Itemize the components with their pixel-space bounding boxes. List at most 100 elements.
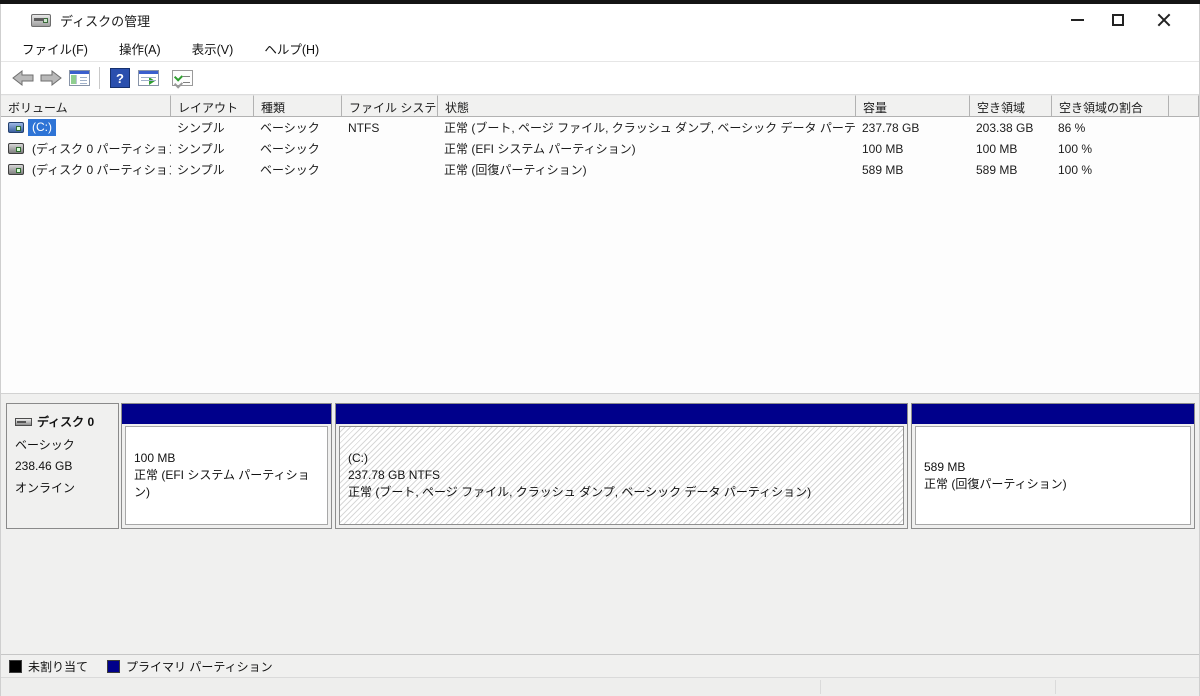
- volume-free-pct: 86 %: [1058, 120, 1086, 135]
- help-icon: ?: [110, 68, 130, 88]
- action-pane-button[interactable]: [134, 65, 162, 91]
- partition-color-bar: [336, 404, 907, 424]
- legend-label: プライマリ パーティション: [126, 659, 273, 674]
- volume-capacity: 237.78 GB: [862, 120, 920, 135]
- column-header-capacity[interactable]: 容量: [856, 95, 970, 117]
- properties-button[interactable]: [168, 65, 196, 91]
- toolbar-separator: [99, 67, 100, 89]
- volume-list: ボリューム レイアウト 種類 ファイル システム 状態 容量 空き領域 空き領域…: [1, 95, 1199, 393]
- volume-capacity: 100 MB: [862, 141, 904, 156]
- primary-partition-swatch: [107, 659, 121, 673]
- volume-icon: [8, 164, 24, 175]
- partition-status: 正常 (ブート, ページ ファイル, クラッシュ ダンプ, ベーシック データ …: [348, 485, 812, 499]
- column-header-filesystem[interactable]: ファイル システム: [342, 95, 438, 117]
- volume-layout: シンプル: [177, 142, 225, 156]
- legend-unallocated: 未割り当て: [9, 658, 88, 675]
- volume-free: 589 MB: [976, 162, 1018, 177]
- partition-color-bar: [122, 404, 331, 424]
- column-header-layout[interactable]: レイアウト: [171, 95, 254, 117]
- partition-efi[interactable]: 100 MB 正常 (EFI システム パーティション): [121, 403, 332, 529]
- back-icon: [12, 70, 34, 86]
- volume-list-header: ボリューム レイアウト 種類 ファイル システム 状態 容量 空き領域 空き領域…: [1, 95, 1199, 117]
- action-pane-icon: [137, 70, 159, 86]
- menu-file[interactable]: ファイル(F): [11, 35, 99, 63]
- legend-label: 未割り当て: [28, 659, 89, 674]
- graphical-view-pane: ディスク 0 ベーシック 238.46 GB オンライン 100 MB 正常 (…: [1, 393, 1199, 696]
- volume-name: (ディスク 0 パーティション 1): [32, 141, 171, 156]
- volume-status: 正常 (EFI システム パーティション): [444, 142, 636, 156]
- volume-layout: シンプル: [177, 121, 225, 135]
- column-header-volume[interactable]: ボリューム: [1, 95, 171, 117]
- column-header-free[interactable]: 空き領域: [970, 95, 1052, 117]
- close-icon: [1157, 13, 1171, 27]
- disk-0-row: ディスク 0 ベーシック 238.46 GB オンライン 100 MB 正常 (…: [6, 403, 1195, 529]
- partition-size: 100 MB: [134, 451, 176, 465]
- volume-free: 203.38 GB: [976, 120, 1034, 135]
- volume-name: (C:): [28, 119, 56, 136]
- maximize-button[interactable]: [1095, 5, 1141, 35]
- volume-icon: [8, 143, 24, 154]
- column-header-free-pct[interactable]: 空き領域の割合: [1052, 95, 1169, 117]
- partition-size: 237.78 GB NTFS: [348, 468, 441, 482]
- volume-free: 100 MB: [976, 141, 1018, 156]
- volume-icon: [8, 122, 24, 133]
- disk-management-app-icon: [31, 13, 51, 27]
- volume-row-c[interactable]: (C:) シンプル ベーシック NTFS 正常 (ブート, ページ ファイル, …: [1, 117, 1199, 138]
- volume-name: (ディスク 0 パーティション 4): [32, 162, 171, 177]
- console-tree-icon: [68, 70, 90, 86]
- menu-view[interactable]: 表示(V): [181, 35, 245, 63]
- partition-strip: 100 MB 正常 (EFI システム パーティション) (C:) 237.78…: [121, 403, 1195, 529]
- volume-free-pct: 100 %: [1058, 141, 1093, 156]
- volume-status: 正常 (回復パーティション): [444, 163, 587, 177]
- partition-size: 589 MB: [924, 459, 966, 474]
- partition-c[interactable]: (C:) 237.78 GB NTFS 正常 (ブート, ページ ファイル, ク…: [335, 403, 908, 529]
- volume-filesystem: NTFS: [348, 120, 380, 135]
- status-strip: [1, 678, 1199, 696]
- window-controls: [1049, 5, 1199, 35]
- disk-name: ディスク 0: [37, 415, 95, 429]
- disk-status: オンライン: [15, 481, 76, 495]
- toolbar: ?: [1, 62, 1199, 95]
- volume-type: ベーシック: [260, 142, 320, 156]
- volume-type: ベーシック: [260, 163, 320, 177]
- minimize-icon: [1070, 19, 1084, 21]
- disk-management-window: ディスクの管理 ファイル(F) 操作(A) 表示(V) ヘルプ(H) ? ボリュ…: [0, 4, 1200, 696]
- column-header-status[interactable]: 状態: [438, 95, 856, 117]
- close-button[interactable]: [1141, 5, 1187, 35]
- partition-status: 正常 (EFI システム パーティション): [134, 468, 310, 499]
- legend-bar: 未割り当て プライマリ パーティション: [1, 654, 1199, 678]
- forward-icon: [40, 70, 62, 86]
- volume-type: ベーシック: [260, 121, 320, 135]
- unallocated-swatch: [9, 659, 22, 673]
- partition-recovery[interactable]: 589 MB 正常 (回復パーティション): [911, 403, 1195, 529]
- status-divider: [1055, 680, 1056, 694]
- partition-label: (C:): [348, 451, 368, 465]
- disk-0-info-panel[interactable]: ディスク 0 ベーシック 238.46 GB オンライン: [6, 403, 119, 529]
- volume-free-pct: 100 %: [1058, 162, 1093, 177]
- menu-bar: ファイル(F) 操作(A) 表示(V) ヘルプ(H): [1, 36, 1199, 62]
- window-title: ディスクの管理: [60, 13, 151, 29]
- back-button[interactable]: [9, 65, 37, 91]
- maximize-icon: [1112, 14, 1124, 26]
- hard-disk-icon: [15, 417, 32, 426]
- disk-size: 238.46 GB: [15, 459, 73, 473]
- forward-button[interactable]: [37, 65, 65, 91]
- partition-status: 正常 (回復パーティション): [924, 476, 1067, 491]
- help-button[interactable]: ?: [106, 65, 134, 91]
- volume-layout: シンプル: [177, 163, 225, 177]
- minimize-button[interactable]: [1049, 5, 1095, 35]
- menu-help[interactable]: ヘルプ(H): [253, 35, 330, 63]
- title-bar: ディスクの管理: [1, 4, 1199, 36]
- legend-primary-partition: プライマリ パーティション: [107, 658, 273, 675]
- volume-row-partition1[interactable]: (ディスク 0 パーティション 1) シンプル ベーシック 正常 (EFI シス…: [1, 138, 1199, 159]
- column-header-filler: [1169, 95, 1199, 117]
- partition-color-bar: [912, 404, 1194, 424]
- menu-action[interactable]: 操作(A): [108, 35, 172, 63]
- disk-type: ベーシック: [15, 438, 75, 452]
- checklist-icon: [171, 70, 193, 86]
- console-tree-button[interactable]: [65, 65, 93, 91]
- column-header-type[interactable]: 種類: [254, 95, 342, 117]
- status-divider: [820, 680, 821, 694]
- volume-row-partition4[interactable]: (ディスク 0 パーティション 4) シンプル ベーシック 正常 (回復パーティ…: [1, 159, 1199, 180]
- volume-capacity: 589 MB: [862, 162, 904, 177]
